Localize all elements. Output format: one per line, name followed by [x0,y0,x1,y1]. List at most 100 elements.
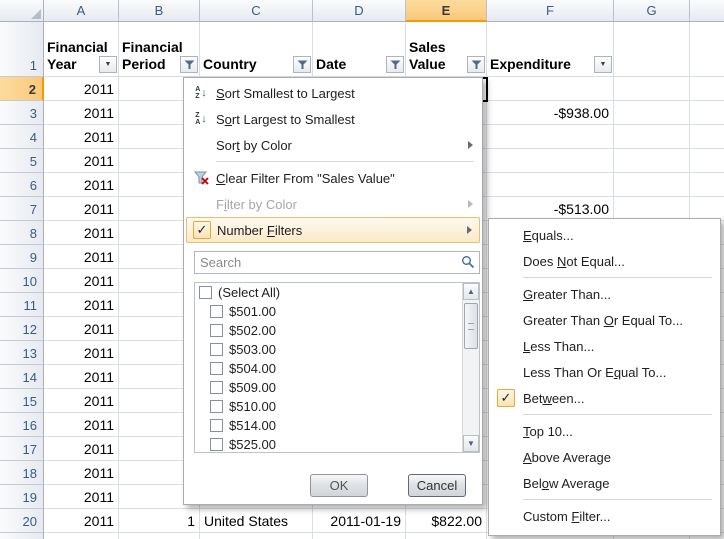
cell-a9[interactable]: 2011 [44,245,119,269]
cell-a3[interactable]: 2011 [44,101,119,125]
filter-value-514-00[interactable]: $514.00 [195,416,462,435]
row-header-13[interactable]: 13 [0,341,44,365]
cell-h3[interactable] [690,101,724,125]
cell-e21[interactable] [406,533,487,539]
row-header-11[interactable]: 11 [0,293,44,317]
column-header-a[interactable]: A [44,0,119,22]
cell-a13[interactable]: 2011 [44,341,119,365]
cell-g2[interactable] [614,77,690,101]
filter-value-525-00[interactable]: $525.00 [195,435,462,453]
menu-item-number-filters[interactable]: ✓Number Filters [186,217,480,243]
filter-button-c[interactable] [293,56,311,73]
ok-button[interactable]: OK [310,474,368,497]
field-header-cell-g[interactable] [614,22,690,77]
filter-button-a[interactable]: ▼ [99,56,117,73]
submenu-item-between[interactable]: ✓Between... [489,385,720,411]
scroll-up-button[interactable]: ▲ [463,283,479,300]
cell-d20[interactable]: 2011-01-19 [313,509,406,533]
menu-item-clear-filter-from-sales-value[interactable]: Clear Filter From "Sales Value" [186,165,480,191]
menu-item-sort-largest-to-smallest[interactable]: ZA↓Sort Largest to Smallest [186,106,480,132]
row-header-10[interactable]: 10 [0,269,44,293]
row-header-3[interactable]: 3 [0,101,44,125]
cell-f5[interactable] [487,149,614,173]
row-header-2[interactable]: 2 [0,77,44,101]
row-header-14[interactable]: 14 [0,365,44,389]
cell-h4[interactable] [690,125,724,149]
menu-item-filter-by-color[interactable]: Filter by Color [186,191,480,217]
checkbox-unchecked[interactable] [210,362,223,375]
field-header-cell-f[interactable]: Expenditure▼ [487,22,614,77]
submenu-item-below-average[interactable]: Below Average [489,470,720,496]
filter-value-509-00[interactable]: $509.00 [195,378,462,397]
cell-a4[interactable]: 2011 [44,125,119,149]
scroll-down-button[interactable]: ▼ [463,435,479,452]
cell-e20[interactable]: $822.00 [406,509,487,533]
cancel-button[interactable]: Cancel [408,474,466,497]
filter-value-510-00[interactable]: $510.00 [195,397,462,416]
column-header-b[interactable]: B [119,0,200,22]
submenu-item-greater-than-or-equal-to[interactable]: Greater Than Or Equal To... [489,307,720,333]
cell-c21[interactable] [200,533,313,539]
checkbox-unchecked[interactable] [210,305,223,318]
row-header-6[interactable]: 6 [0,173,44,197]
row-header-1[interactable]: 1 [0,22,44,77]
filter-list-scrollbar[interactable]: ▲ ▼ [462,283,479,452]
column-header-e[interactable]: E [406,0,487,22]
cell-a21[interactable] [44,533,119,539]
submenu-item-top-10[interactable]: Top 10... [489,418,720,444]
row-header-7[interactable]: 7 [0,197,44,221]
submenu-item-above-average[interactable]: Above Average [489,444,720,470]
field-header-cell-h[interactable] [690,22,724,77]
cell-d21[interactable] [313,533,406,539]
checkbox-unchecked[interactable] [199,286,212,299]
menu-item-sort-smallest-to-largest[interactable]: AZ↓Sort Smallest to Largest [186,80,480,106]
checkbox-unchecked[interactable] [210,419,223,432]
cell-g3[interactable] [614,101,690,125]
cell-a11[interactable]: 2011 [44,293,119,317]
row-header-18[interactable]: 18 [0,461,44,485]
row-header-17[interactable]: 17 [0,437,44,461]
cell-g6[interactable] [614,173,690,197]
submenu-item-custom-filter[interactable]: Custom Filter... [489,503,720,529]
submenu-item-less-than-or-equal-to[interactable]: Less Than Or Equal To... [489,359,720,385]
submenu-item-less-than[interactable]: Less Than... [489,333,720,359]
checkbox-unchecked[interactable] [210,438,223,451]
scroll-thumb[interactable] [464,303,478,349]
column-header-d[interactable]: D [313,0,406,22]
field-header-cell-e[interactable]: Sales Value [406,22,487,77]
submenu-item-does-not-equal[interactable]: Does Not Equal... [489,248,720,274]
filter-value-503-00[interactable]: $503.00 [195,340,462,359]
cell-f6[interactable] [487,173,614,197]
submenu-item-equals[interactable]: Equals... [489,222,720,248]
cell-a12[interactable]: 2011 [44,317,119,341]
row-header-12[interactable]: 12 [0,317,44,341]
filter-value-504-00[interactable]: $504.00 [195,359,462,378]
row-header-4[interactable]: 4 [0,125,44,149]
cell-a10[interactable]: 2011 [44,269,119,293]
filter-value-select-all[interactable]: (Select All) [195,283,462,302]
cell-f3[interactable]: -$938.00 [487,101,614,125]
row-header-9[interactable]: 9 [0,245,44,269]
row-header-8[interactable]: 8 [0,221,44,245]
checkbox-unchecked[interactable] [210,343,223,356]
filter-button-d[interactable] [386,56,404,73]
cell-a19[interactable]: 2011 [44,485,119,509]
checkbox-unchecked[interactable] [210,324,223,337]
cell-a2[interactable]: 2011 [44,77,119,101]
filter-button-b[interactable] [180,56,198,73]
cell-a5[interactable]: 2011 [44,149,119,173]
cell-a20[interactable]: 2011 [44,509,119,533]
cell-a14[interactable]: 2011 [44,365,119,389]
submenu-item-greater-than[interactable]: Greater Than... [489,281,720,307]
cell-a16[interactable]: 2011 [44,413,119,437]
row-header-5[interactable]: 5 [0,149,44,173]
cell-h6[interactable] [690,173,724,197]
cell-f2[interactable] [487,77,614,101]
cell-h2[interactable] [690,77,724,101]
cell-h5[interactable] [690,149,724,173]
cell-a7[interactable]: 2011 [44,197,119,221]
checkbox-unchecked[interactable] [210,400,223,413]
field-header-cell-b[interactable]: Financial Period [119,22,200,77]
field-header-cell-d[interactable]: Date [313,22,406,77]
cell-f4[interactable] [487,125,614,149]
